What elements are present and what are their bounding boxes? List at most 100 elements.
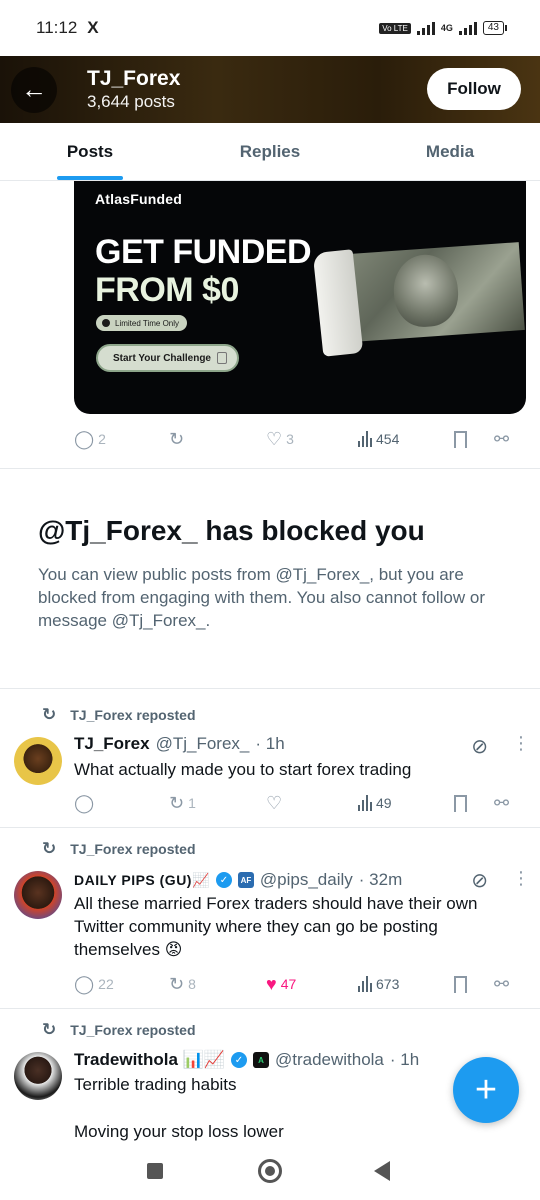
reply-count: 22 <box>98 976 114 992</box>
status-indicators: Vo LTE 4G 43 <box>379 21 508 35</box>
affiliate-badge-icon: AF <box>237 872 254 888</box>
repost-indicator: ↻ TJ_Forex reposted <box>42 705 196 725</box>
header-info: TJ_Forex 3,644 posts <box>87 67 180 113</box>
ad-brand: AtlasFunded <box>95 191 182 207</box>
reply-button[interactable]: ◯ <box>74 794 98 812</box>
repost-label: TJ_Forex reposted <box>70 707 196 723</box>
share-button[interactable]: ⚯ <box>494 794 509 812</box>
status-time: 11:12 <box>36 18 78 37</box>
bookmark-button[interactable] <box>454 794 467 812</box>
recent-apps-icon[interactable] <box>147 1163 163 1179</box>
avatar[interactable] <box>14 1052 62 1100</box>
share-icon: ⚯ <box>494 974 510 994</box>
posts-count: 3,644 posts <box>87 91 175 111</box>
repost-indicator: ↻ TJ_Forex reposted <box>42 1020 196 1040</box>
affiliate-badge-icon: A <box>252 1052 269 1068</box>
views-count: 49 <box>376 795 392 811</box>
bookmark-button[interactable] <box>454 975 467 993</box>
repost-icon: ↻ <box>169 974 185 994</box>
home-icon[interactable] <box>258 1159 282 1183</box>
verified-badge-icon: ✓ <box>215 872 232 888</box>
reply-button[interactable]: ◯ 22 <box>74 975 114 993</box>
reply-icon: ◯ <box>74 429 95 449</box>
tab-media[interactable]: Media <box>360 123 540 180</box>
ad-action-bar: ◯ 2 ↻ ♡ 3 454 ⚯ <box>74 424 522 454</box>
document-icon <box>216 352 227 364</box>
reply-icon: ◯ <box>74 974 95 994</box>
share-button[interactable]: ⚯ <box>494 975 509 993</box>
ad-headline-line-2: FROM $0 <box>95 271 239 309</box>
repost-label: TJ_Forex reposted <box>70 1022 196 1038</box>
post-header: DAILY PIPS (GU)📈 ✓ AF @pips_daily · 32m <box>74 870 402 890</box>
more-options-icon[interactable]: ⋮ <box>512 869 530 887</box>
ad-headline: GET FUNDED FROM $0 <box>95 233 312 309</box>
like-button[interactable]: ♡ <box>266 794 286 812</box>
repost-icon: ↻ <box>42 839 57 858</box>
avatar[interactable] <box>14 871 62 919</box>
reply-button[interactable]: ◯ 2 <box>74 430 106 448</box>
share-icon: ⚯ <box>494 793 510 813</box>
post-author-handle: @pips_daily <box>259 870 353 889</box>
back-button[interactable]: ← <box>11 66 57 113</box>
repost-count: 8 <box>188 976 196 992</box>
repost-count: 1 <box>188 795 196 811</box>
repost-button[interactable]: ↻ 8 <box>169 975 196 993</box>
signal-icon <box>416 21 435 35</box>
limited-time-pill: Limited Time Only <box>96 315 188 331</box>
post-author-name[interactable]: Tradewithola 📊📈 <box>74 1050 225 1070</box>
repost-label: TJ_Forex reposted <box>70 841 196 857</box>
limited-time-label: Limited Time Only <box>115 318 180 328</box>
ad-image[interactable]: AtlasFunded GET FUNDED FROM $0 Limited T… <box>74 181 526 414</box>
x-app-icon: X <box>87 18 99 37</box>
like-button[interactable]: ♡ 3 <box>266 430 294 448</box>
grok-icon[interactable]: ⊘ <box>471 734 488 759</box>
post-author-name[interactable]: TJ_Forex <box>74 734 150 754</box>
profile-name: TJ_Forex <box>87 66 181 90</box>
post-author-handle: @Tj_Forex_ <box>155 734 250 753</box>
repost-indicator: ↻ TJ_Forex reposted <box>42 839 196 859</box>
more-options-icon[interactable]: ⋮ <box>512 734 530 752</box>
repost-button[interactable]: ↻ 1 <box>169 794 196 812</box>
avatar[interactable] <box>14 737 62 785</box>
post-action-bar: ◯ ↻ 1 ♡ 49 ⚯ <box>74 788 522 818</box>
like-count: 47 <box>280 976 297 992</box>
blocked-description: You can view public posts from @Tj_Forex… <box>38 565 485 630</box>
ad-headline-line-1: GET FUNDED <box>95 233 312 271</box>
start-challenge-button[interactable]: Start Your Challenge <box>96 344 239 372</box>
portrait-graphic <box>391 252 461 329</box>
repost-button[interactable]: ↻ <box>169 430 188 448</box>
share-button[interactable]: ⚯ <box>494 430 509 448</box>
back-icon[interactable] <box>374 1161 390 1181</box>
follow-button[interactable]: Follow <box>427 68 521 110</box>
post-author-name[interactable]: DAILY PIPS (GU)📈 <box>74 872 210 889</box>
views-button[interactable]: 49 <box>358 795 392 811</box>
bookmark-icon <box>454 975 467 993</box>
blocked-title: @Tj_Forex_ has blocked you <box>38 515 425 546</box>
profile-header: ← TJ_Forex 3,644 posts Follow <box>0 56 540 123</box>
divider <box>0 827 540 828</box>
like-count: 3 <box>286 431 294 447</box>
repost-icon: ↻ <box>42 705 57 724</box>
repost-icon: ↻ <box>169 793 185 813</box>
tab-posts[interactable]: Posts <box>0 123 180 180</box>
bookmark-icon <box>454 430 467 448</box>
bookmark-icon <box>454 794 467 812</box>
like-button[interactable]: ♥ 47 <box>266 975 296 993</box>
system-nav-bar <box>0 1146 540 1200</box>
grok-icon[interactable]: ⊘ <box>471 868 488 893</box>
repost-icon: ↻ <box>169 429 185 449</box>
views-button[interactable]: 673 <box>358 976 399 992</box>
views-button[interactable]: 454 <box>358 431 399 447</box>
post-text-line-2: Moving your stop loss lower <box>74 1122 284 1141</box>
status-bar: 11:12 X Vo LTE 4G 43 <box>0 0 540 56</box>
post-text: What actually made you to start forex tr… <box>74 760 412 779</box>
compose-post-button[interactable]: + <box>453 1057 519 1123</box>
clock-icon <box>102 319 110 327</box>
views-count: 454 <box>376 431 400 447</box>
bookmark-button[interactable] <box>454 430 467 448</box>
battery-icon: 43 <box>482 21 508 35</box>
tab-replies[interactable]: Replies <box>180 123 360 180</box>
repost-icon: ↻ <box>42 1020 57 1039</box>
network-type: 4G <box>440 23 453 33</box>
post-header: Tradewithola 📊📈 ✓ A @tradewithola · 1h <box>74 1050 419 1070</box>
